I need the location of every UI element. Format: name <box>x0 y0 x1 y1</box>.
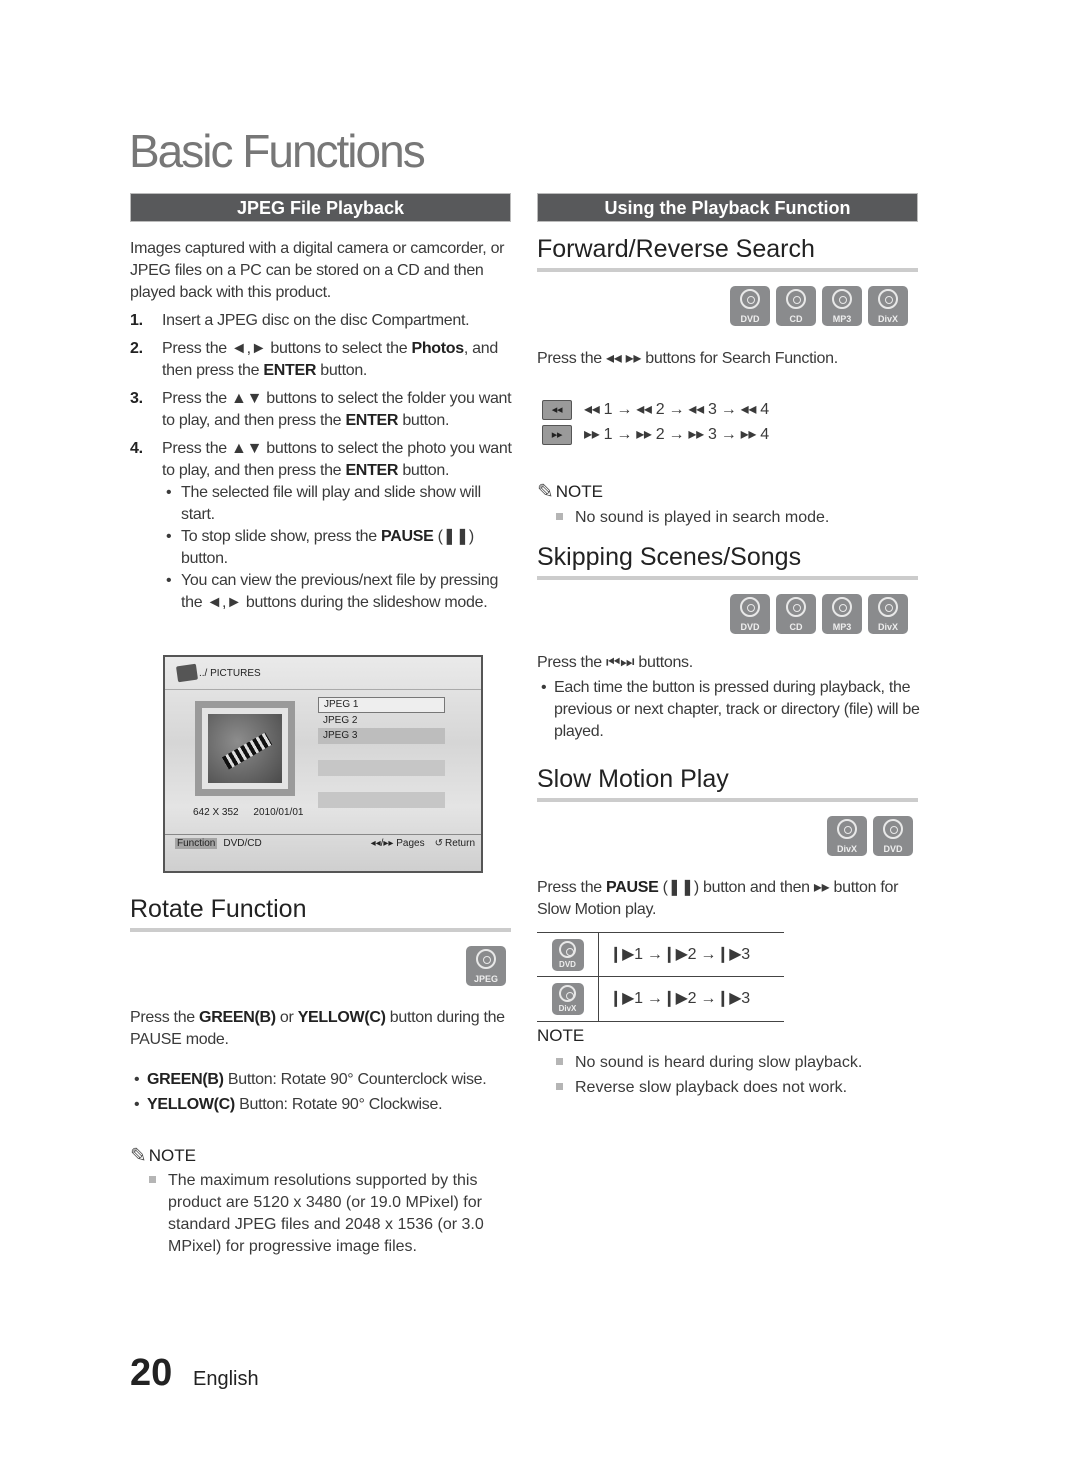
page-language: English <box>193 1368 259 1390</box>
slow-note: NOTE No sound is heard during slow playb… <box>537 1026 918 1099</box>
mp3-disc-icon: MP3 <box>822 594 862 634</box>
file-item-selected[interactable]: JPEG 1 <box>318 697 445 713</box>
step-1: 1. Insert a JPEG disc on the disc Compar… <box>130 312 470 329</box>
return-button[interactable]: Return <box>445 838 475 849</box>
bullet-item: The selected file will play and slide sh… <box>162 482 512 526</box>
search-disc-icons: DVD CD MP3 DivX <box>730 286 908 326</box>
divx-disc-icon: DivX <box>827 816 867 856</box>
pages-button[interactable]: ◂◂/▸▸ Pages <box>371 838 425 849</box>
section-bar-playback: Using the Playback Function <box>537 193 918 222</box>
cd-disc-icon: CD <box>776 594 816 634</box>
slow-motion-heading: Slow Motion Play <box>537 765 918 802</box>
slow-instructions: Press the PAUSE (❚❚) button and then ▸▸ … <box>537 879 899 918</box>
screen-footer: Function DVD/CD ◂◂/▸▸ Pages ↺ Return <box>175 838 475 849</box>
note-item: No sound is heard during slow playback. <box>537 1052 918 1074</box>
function-button[interactable]: Function <box>175 838 218 849</box>
page-title: Basic Functions <box>129 125 426 177</box>
dvd-disc-icon: DVD <box>730 286 770 326</box>
butterfly-thumbnail <box>208 714 282 783</box>
image-resolution: 642 X 352 <box>193 807 239 818</box>
file-item[interactable]: JPEG 3 <box>318 728 445 744</box>
step-4-bullets: The selected file will play and slide sh… <box>130 482 512 614</box>
bullet-item: To stop slide show, press the PAUSE (❚❚)… <box>162 526 512 570</box>
screen-path: ../ PICTURES <box>175 663 261 683</box>
jpeg-intro: Images captured with a digital camera or… <box>130 240 505 301</box>
slow-row-dvd: DVD ❙▶1 →❙▶2 →❙▶3 <box>537 933 784 977</box>
slow-motion-table: DVD ❙▶1 →❙▶2 →❙▶3 DivX ❙▶1 →❙▶2 →❙▶3 <box>537 932 784 1022</box>
file-item-empty <box>318 792 445 808</box>
image-info: 642 X 352 2010/01/01 <box>193 807 303 818</box>
step-4: 4. Press the ▲▼ buttons to select the ph… <box>130 440 512 479</box>
step-2: 2. Press the ◄,► buttons to select the P… <box>130 340 498 379</box>
search-instructions: Press the ◂◂ ▸▸ buttons for Search Funct… <box>537 350 838 367</box>
return-icon: ↺ <box>434 838 443 849</box>
note-item: No sound is played in search mode. <box>537 507 918 529</box>
source-label: DVD/CD <box>223 838 262 849</box>
search-heading: Forward/Reverse Search <box>537 235 918 272</box>
jpeg-disc-icon: JPEG <box>466 946 506 986</box>
forward-sequence-row: ▸▸ ▸▸ 1 → ▸▸ 2 → ▸▸ 3 → ▸▸ 4 <box>542 424 769 446</box>
fast-forward-key-icon: ▸▸ <box>542 425 572 445</box>
reverse-sequence-row: ◂◂ ◂◂ 1 → ◂◂ 2 → ◂◂ 3 → ◂◂ 4 <box>542 399 769 421</box>
bullet-item: GREEN(B) Button: Rotate 90° Counterclock… <box>130 1069 515 1091</box>
skip-disc-icons: DVD CD MP3 DivX <box>730 594 908 634</box>
slow-row-divx: DivX ❙▶1 →❙▶2 →❙▶3 <box>537 977 784 1022</box>
photos-folder-icon <box>175 663 199 683</box>
rewind-key-icon: ◂◂ <box>542 400 572 420</box>
skip-instructions: Press the ⏮⏭ buttons. <box>537 654 693 671</box>
note-item: The maximum resolutions supported by thi… <box>130 1170 512 1258</box>
step-3: 3. Press the ▲▼ buttons to select the fo… <box>130 390 512 429</box>
divx-disc-icon: DivX <box>868 286 908 326</box>
thumbnail-frame <box>195 701 295 796</box>
dvd-disc-icon: DVD <box>551 938 584 971</box>
dvd-disc-icon: DVD <box>873 816 913 856</box>
photo-browser-screen: ../ PICTURES JPEG 1 JPEG 2 JPEG 3 642 X … <box>163 655 483 873</box>
dvd-disc-icon: DVD <box>730 594 770 634</box>
rotate-bullets: GREEN(B) Button: Rotate 90° Counterclock… <box>130 1069 515 1116</box>
note-item: Reverse slow playback does not work. <box>537 1077 918 1099</box>
skip-bullets: Each time the button is pressed during p… <box>537 677 922 743</box>
file-item-empty <box>318 760 445 776</box>
search-note: ✎ NOTE No sound is played in search mode. <box>537 479 918 529</box>
slow-disc-icons: DivX DVD <box>827 816 913 856</box>
left-column: Images captured with a digital camera or… <box>130 238 512 614</box>
bullet-item: YELLOW(C) Button: Rotate 90° Clockwise. <box>130 1094 515 1116</box>
pencil-icon: ✎ <box>537 481 554 503</box>
rotate-heading: Rotate Function <box>130 895 511 932</box>
image-date: 2010/01/01 <box>253 807 304 818</box>
skip-heading: Skipping Scenes/Songs <box>537 543 918 580</box>
divx-disc-icon: DivX <box>868 594 908 634</box>
bullet-item: Each time the button is pressed during p… <box>537 677 922 743</box>
search-sequences: ◂◂ ◂◂ 1 → ◂◂ 2 → ◂◂ 3 → ◂◂ 4 ▸▸ ▸▸ 1 → ▸… <box>542 399 769 446</box>
cd-disc-icon: CD <box>776 286 816 326</box>
mp3-disc-icon: MP3 <box>822 286 862 326</box>
rotate-note: ✎ NOTE The maximum resolutions supported … <box>130 1143 512 1258</box>
pencil-icon: ✎ <box>130 1145 147 1167</box>
divx-disc-icon: DivX <box>551 983 584 1015</box>
section-bar-jpeg: JPEG File Playback <box>130 193 511 222</box>
page-number: 20 <box>130 1352 173 1394</box>
rotate-instructions: Press the GREEN(B) or YELLOW(C) button d… <box>130 1009 505 1048</box>
file-item[interactable]: JPEG 2 <box>318 713 445 728</box>
file-list: JPEG 1 JPEG 2 JPEG 3 <box>318 697 445 808</box>
bullet-item: You can view the previous/next file by p… <box>162 570 512 614</box>
